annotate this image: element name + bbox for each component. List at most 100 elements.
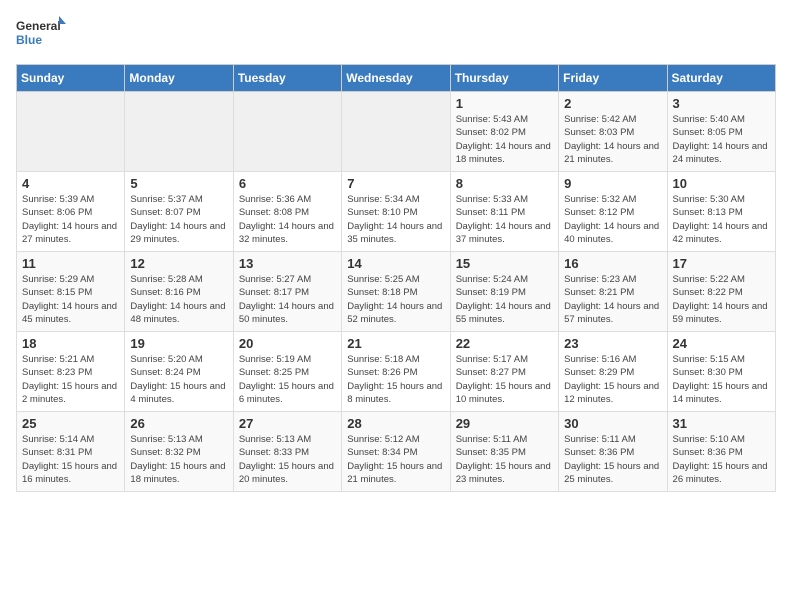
day-info: Sunrise: 5:21 AM Sunset: 8:23 PM Dayligh… xyxy=(22,353,119,406)
day-number: 24 xyxy=(673,336,770,351)
day-info: Sunrise: 5:40 AM Sunset: 8:05 PM Dayligh… xyxy=(673,113,770,166)
day-number: 30 xyxy=(564,416,661,431)
day-number: 25 xyxy=(22,416,119,431)
day-number: 6 xyxy=(239,176,336,191)
calendar-cell: 21 Sunrise: 5:18 AM Sunset: 8:26 PM Dayli… xyxy=(342,332,450,412)
day-number: 21 xyxy=(347,336,444,351)
calendar-cell: 31Sunrise: 5:10 AM Sunset: 8:36 PM Dayli… xyxy=(667,412,775,492)
day-header-tuesday: Tuesday xyxy=(233,65,341,92)
calendar-cell: 28 Sunrise: 5:12 AM Sunset: 8:34 PM Dayli… xyxy=(342,412,450,492)
day-info: Sunrise: 5:30 AM Sunset: 8:13 PM Dayligh… xyxy=(673,193,770,246)
calendar-cell: 17Sunrise: 5:22 AM Sunset: 8:22 PM Dayli… xyxy=(667,252,775,332)
day-info: Sunrise: 5:11 AM Sunset: 8:35 PM Dayligh… xyxy=(456,433,553,486)
day-info: Sunrise: 5:10 AM Sunset: 8:36 PM Dayligh… xyxy=(673,433,770,486)
calendar-cell: 20Sunrise: 5:19 AM Sunset: 8:25 PM Dayli… xyxy=(233,332,341,412)
calendar-cell xyxy=(125,92,233,172)
day-info: Sunrise: 5:43 AM Sunset: 8:02 PM Dayligh… xyxy=(456,113,553,166)
calendar-cell xyxy=(233,92,341,172)
calendar-cell: 4 Sunrise: 5:39 AM Sunset: 8:06 PM Daylig… xyxy=(17,172,125,252)
day-number: 29 xyxy=(456,416,553,431)
day-number: 23 xyxy=(564,336,661,351)
day-number: 10 xyxy=(673,176,770,191)
day-number: 5 xyxy=(130,176,227,191)
day-info: Sunrise: 5:20 AM Sunset: 8:24 PM Dayligh… xyxy=(130,353,227,406)
page-header: General Blue xyxy=(16,16,776,52)
day-number: 19 xyxy=(130,336,227,351)
calendar-cell: 18 Sunrise: 5:21 AM Sunset: 8:23 PM Dayli… xyxy=(17,332,125,412)
calendar-cell: 10 Sunrise: 5:30 AM Sunset: 8:13 PM Dayli… xyxy=(667,172,775,252)
day-info: Sunrise: 5:23 AM Sunset: 8:21 PM Dayligh… xyxy=(564,273,661,326)
week-row-5: 25 Sunrise: 5:14 AM Sunset: 8:31 PM Dayli… xyxy=(17,412,776,492)
logo-svg: General Blue xyxy=(16,16,66,52)
calendar-cell: 25 Sunrise: 5:14 AM Sunset: 8:31 PM Dayli… xyxy=(17,412,125,492)
day-info: Sunrise: 5:33 AM Sunset: 8:11 PM Dayligh… xyxy=(456,193,553,246)
calendar-cell: 22Sunrise: 5:17 AM Sunset: 8:27 PM Dayli… xyxy=(450,332,558,412)
calendar-cell: 15 Sunrise: 5:24 AM Sunset: 8:19 PM Dayli… xyxy=(450,252,558,332)
calendar-cell: 9Sunrise: 5:32 AM Sunset: 8:12 PM Daylig… xyxy=(559,172,667,252)
day-info: Sunrise: 5:19 AM Sunset: 8:25 PM Dayligh… xyxy=(239,353,336,406)
calendar-cell: 19 Sunrise: 5:20 AM Sunset: 8:24 PM Dayli… xyxy=(125,332,233,412)
calendar-cell: 23 Sunrise: 5:16 AM Sunset: 8:29 PM Dayli… xyxy=(559,332,667,412)
day-info: Sunrise: 5:11 AM Sunset: 8:36 PM Dayligh… xyxy=(564,433,661,486)
day-number: 2 xyxy=(564,96,661,111)
calendar-cell: 13 Sunrise: 5:27 AM Sunset: 8:17 PM Dayli… xyxy=(233,252,341,332)
day-info: Sunrise: 5:24 AM Sunset: 8:19 PM Dayligh… xyxy=(456,273,553,326)
week-row-2: 4 Sunrise: 5:39 AM Sunset: 8:06 PM Daylig… xyxy=(17,172,776,252)
day-number: 18 xyxy=(22,336,119,351)
day-header-wednesday: Wednesday xyxy=(342,65,450,92)
day-info: Sunrise: 5:39 AM Sunset: 8:06 PM Dayligh… xyxy=(22,193,119,246)
day-info: Sunrise: 5:13 AM Sunset: 8:32 PM Dayligh… xyxy=(130,433,227,486)
day-info: Sunrise: 5:32 AM Sunset: 8:12 PM Dayligh… xyxy=(564,193,661,246)
day-info: Sunrise: 5:12 AM Sunset: 8:34 PM Dayligh… xyxy=(347,433,444,486)
svg-text:General: General xyxy=(16,19,61,33)
day-number: 4 xyxy=(22,176,119,191)
day-info: Sunrise: 5:15 AM Sunset: 8:30 PM Dayligh… xyxy=(673,353,770,406)
week-row-1: 1 Sunrise: 5:43 AM Sunset: 8:02 PM Daylig… xyxy=(17,92,776,172)
day-number: 12 xyxy=(130,256,227,271)
calendar-cell xyxy=(342,92,450,172)
day-header-thursday: Thursday xyxy=(450,65,558,92)
day-header-sunday: Sunday xyxy=(17,65,125,92)
day-info: Sunrise: 5:36 AM Sunset: 8:08 PM Dayligh… xyxy=(239,193,336,246)
day-number: 26 xyxy=(130,416,227,431)
day-info: Sunrise: 5:34 AM Sunset: 8:10 PM Dayligh… xyxy=(347,193,444,246)
calendar-cell: 14Sunrise: 5:25 AM Sunset: 8:18 PM Dayli… xyxy=(342,252,450,332)
day-info: Sunrise: 5:14 AM Sunset: 8:31 PM Dayligh… xyxy=(22,433,119,486)
svg-text:Blue: Blue xyxy=(16,33,42,47)
day-info: Sunrise: 5:17 AM Sunset: 8:27 PM Dayligh… xyxy=(456,353,553,406)
day-headers-row: SundayMondayTuesdayWednesdayThursdayFrid… xyxy=(17,65,776,92)
calendar-cell: 29 Sunrise: 5:11 AM Sunset: 8:35 PM Dayli… xyxy=(450,412,558,492)
calendar-table: SundayMondayTuesdayWednesdayThursdayFrid… xyxy=(16,64,776,492)
day-number: 15 xyxy=(456,256,553,271)
day-info: Sunrise: 5:29 AM Sunset: 8:15 PM Dayligh… xyxy=(22,273,119,326)
day-number: 13 xyxy=(239,256,336,271)
day-info: Sunrise: 5:16 AM Sunset: 8:29 PM Dayligh… xyxy=(564,353,661,406)
calendar-cell xyxy=(17,92,125,172)
calendar-cell: 27Sunrise: 5:13 AM Sunset: 8:33 PM Dayli… xyxy=(233,412,341,492)
calendar-cell: 16 Sunrise: 5:23 AM Sunset: 8:21 PM Dayli… xyxy=(559,252,667,332)
day-number: 3 xyxy=(673,96,770,111)
day-info: Sunrise: 5:25 AM Sunset: 8:18 PM Dayligh… xyxy=(347,273,444,326)
calendar-cell: 12 Sunrise: 5:28 AM Sunset: 8:16 PM Dayli… xyxy=(125,252,233,332)
day-info: Sunrise: 5:42 AM Sunset: 8:03 PM Dayligh… xyxy=(564,113,661,166)
day-info: Sunrise: 5:28 AM Sunset: 8:16 PM Dayligh… xyxy=(130,273,227,326)
day-info: Sunrise: 5:27 AM Sunset: 8:17 PM Dayligh… xyxy=(239,273,336,326)
day-number: 28 xyxy=(347,416,444,431)
day-number: 27 xyxy=(239,416,336,431)
calendar-cell: 30 Sunrise: 5:11 AM Sunset: 8:36 PM Dayli… xyxy=(559,412,667,492)
calendar-cell: 24 Sunrise: 5:15 AM Sunset: 8:30 PM Dayli… xyxy=(667,332,775,412)
calendar-cell: 11 Sunrise: 5:29 AM Sunset: 8:15 PM Dayli… xyxy=(17,252,125,332)
calendar-cell: 7Sunrise: 5:34 AM Sunset: 8:10 PM Daylig… xyxy=(342,172,450,252)
day-header-monday: Monday xyxy=(125,65,233,92)
day-number: 16 xyxy=(564,256,661,271)
day-number: 8 xyxy=(456,176,553,191)
calendar-cell: 2 Sunrise: 5:42 AM Sunset: 8:03 PM Daylig… xyxy=(559,92,667,172)
day-number: 1 xyxy=(456,96,553,111)
calendar-cell: 5Sunrise: 5:37 AM Sunset: 8:07 PM Daylig… xyxy=(125,172,233,252)
calendar-cell: 26 Sunrise: 5:13 AM Sunset: 8:32 PM Dayli… xyxy=(125,412,233,492)
day-number: 11 xyxy=(22,256,119,271)
calendar-cell: 1 Sunrise: 5:43 AM Sunset: 8:02 PM Daylig… xyxy=(450,92,558,172)
day-info: Sunrise: 5:18 AM Sunset: 8:26 PM Dayligh… xyxy=(347,353,444,406)
calendar-body: 1 Sunrise: 5:43 AM Sunset: 8:02 PM Daylig… xyxy=(17,92,776,492)
day-number: 17 xyxy=(673,256,770,271)
